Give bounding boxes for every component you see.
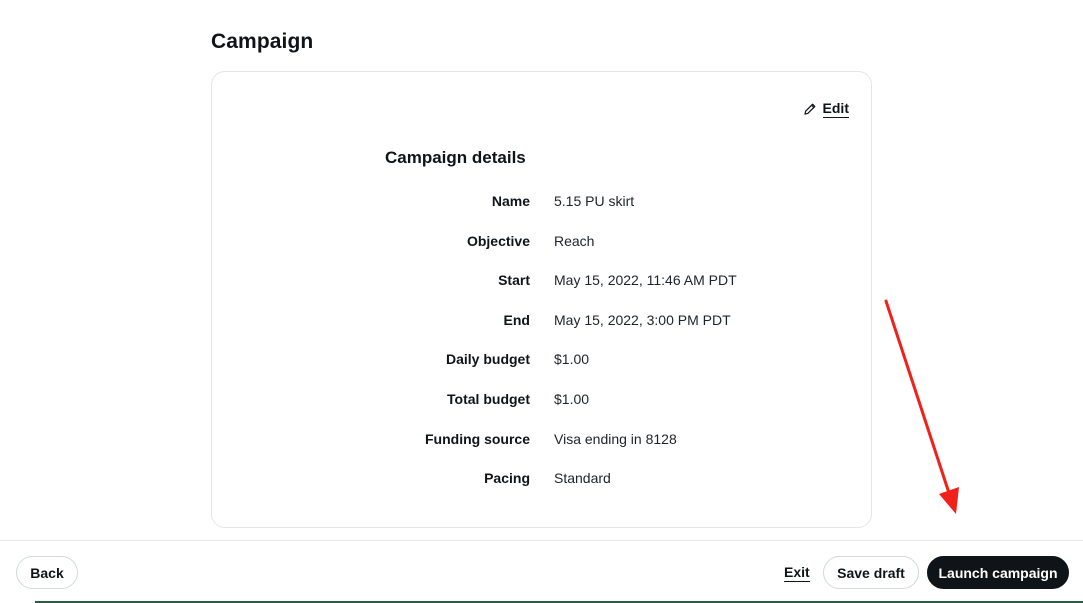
campaign-review-page: Campaign Edit Campaign details Name 5.15… [0, 0, 1083, 603]
launch-campaign-button[interactable]: Launch campaign [927, 556, 1069, 589]
detail-value: Reach [554, 232, 595, 249]
detail-label: Objective [466, 232, 530, 249]
campaign-details-list: Name 5.15 PU skirt Objective Reach Start… [212, 188, 871, 505]
detail-label: Total budget [447, 390, 530, 407]
pencil-icon [803, 102, 817, 116]
campaign-details-card: Edit Campaign details Name 5.15 PU skirt… [211, 71, 872, 528]
detail-row-total-budget: Total budget $1.00 [212, 386, 871, 426]
detail-value: May 15, 2022, 11:46 AM PDT [554, 272, 737, 289]
detail-row-daily-budget: Daily budget $1.00 [212, 346, 871, 386]
detail-label: Start [498, 272, 530, 289]
detail-row-name: Name 5.15 PU skirt [212, 188, 871, 228]
campaign-details-heading: Campaign details [385, 148, 526, 167]
red-arrow-icon [884, 299, 959, 514]
section-title: Campaign [211, 30, 314, 53]
edit-button[interactable]: Edit [803, 100, 849, 118]
detail-label: Pacing [484, 470, 530, 487]
exit-link[interactable]: Exit [784, 564, 810, 582]
detail-label: Name [491, 193, 530, 209]
detail-row-objective: Objective Reach [212, 228, 871, 268]
detail-value: 5.15 PU skirt [554, 193, 635, 209]
detail-value: Visa ending in 8128 [554, 430, 677, 447]
detail-label: End [503, 311, 530, 328]
detail-row-end: End May 15, 2022, 3:00 PM PDT [212, 307, 871, 347]
detail-row-pacing: Pacing Standard [212, 465, 871, 505]
detail-value: $1.00 [554, 390, 590, 407]
detail-value: May 15, 2022, 3:00 PM PDT [554, 311, 731, 328]
detail-row-start: Start May 15, 2022, 11:46 AM PDT [212, 267, 871, 307]
footer-action-bar: Back Exit Save draft Launch campaign [0, 540, 1083, 603]
detail-value: $1.00 [554, 351, 590, 368]
edit-label: Edit [822, 100, 849, 118]
detail-value: Standard [554, 470, 611, 487]
back-button[interactable]: Back [16, 556, 78, 589]
detail-row-funding-source: Funding source Visa ending in 8128 [212, 426, 871, 466]
detail-label: Daily budget [445, 351, 530, 368]
save-draft-button[interactable]: Save draft [823, 556, 919, 589]
detail-label: Funding source [425, 430, 530, 447]
